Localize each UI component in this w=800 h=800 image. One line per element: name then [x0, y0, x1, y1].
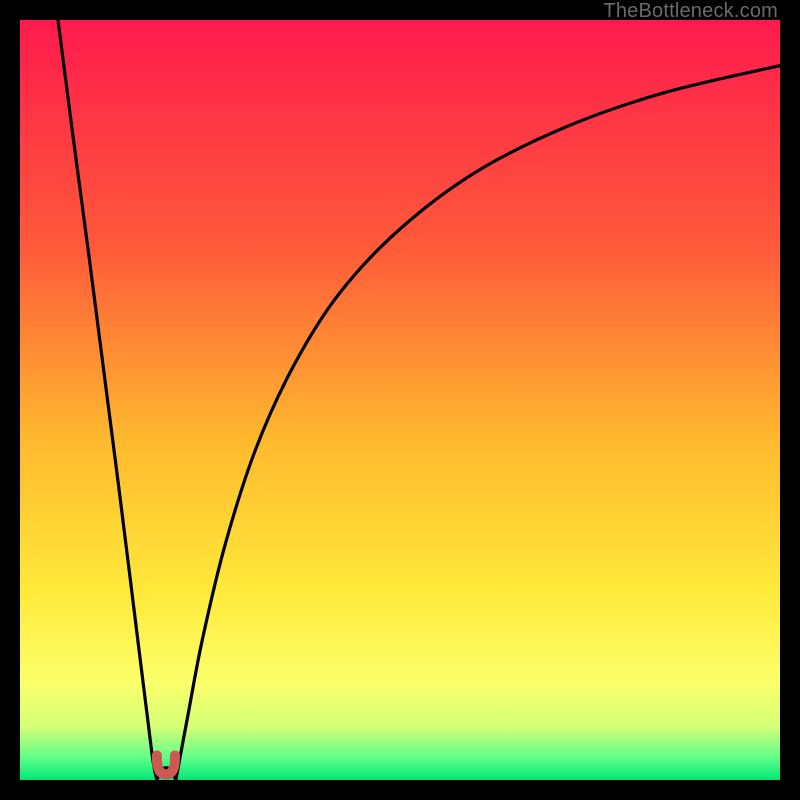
curve-left-branch	[58, 20, 157, 780]
watermark-text: TheBottleneck.com	[603, 0, 778, 23]
plot-area	[20, 20, 780, 780]
bottleneck-curve	[20, 20, 780, 780]
chart-frame: TheBottleneck.com	[0, 0, 800, 800]
trough-marker	[157, 755, 175, 774]
curve-right-branch	[176, 66, 780, 780]
